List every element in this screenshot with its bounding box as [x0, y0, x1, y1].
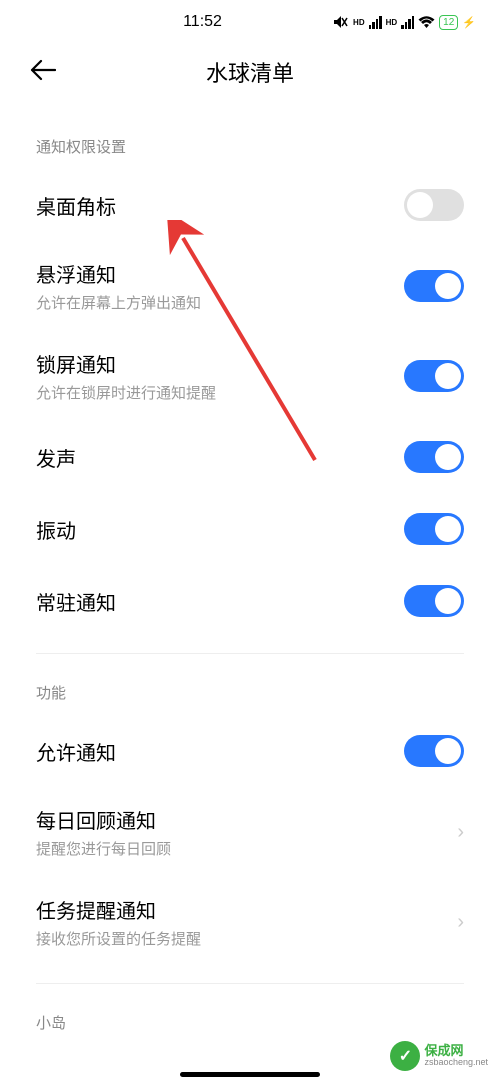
hd-signal-1-icon: HD — [353, 18, 365, 27]
page-title: 水球清单 — [20, 56, 480, 88]
toggle-desktop-badge[interactable] — [404, 189, 464, 221]
sublabel-task-reminder: 接收您所设置的任务提醒 — [36, 928, 457, 949]
label-allow-notification: 允许通知 — [36, 737, 404, 766]
toggle-persistent-notification[interactable] — [404, 585, 464, 617]
signal-bars-1-icon — [369, 16, 382, 29]
row-floating-notification: 悬浮通知 允许在屏幕上方弹出通知 — [36, 241, 464, 331]
row-allow-notification: 允许通知 — [36, 715, 464, 787]
signal-bars-2-icon — [401, 16, 414, 29]
home-indicator[interactable] — [180, 1072, 320, 1077]
charging-icon: ⚡ — [462, 16, 476, 29]
hd-signal-2-icon: HD — [386, 18, 398, 27]
sublabel-floating-notification: 允许在屏幕上方弹出通知 — [36, 292, 404, 313]
watermark: ✓ 保成网 zsbaocheng.net — [390, 1041, 488, 1071]
label-persistent-notification: 常驻通知 — [36, 587, 404, 616]
row-vibrate: 振动 — [36, 493, 464, 565]
row-sound: 发声 — [36, 421, 464, 493]
back-button[interactable] — [30, 57, 56, 88]
toggle-lockscreen-notification[interactable] — [404, 360, 464, 392]
label-daily-review: 每日回顾通知 — [36, 805, 457, 834]
label-sound: 发声 — [36, 443, 404, 472]
row-desktop-badge: 桌面角标 — [36, 169, 464, 241]
section-header-island: 小岛 — [36, 984, 464, 1045]
watermark-logo-icon: ✓ — [390, 1041, 420, 1071]
row-task-reminder[interactable]: 任务提醒通知 接收您所设置的任务提醒 › — [36, 877, 464, 967]
toggle-allow-notification[interactable] — [404, 735, 464, 767]
label-desktop-badge: 桌面角标 — [36, 191, 404, 220]
toggle-sound[interactable] — [404, 441, 464, 473]
label-floating-notification: 悬浮通知 — [36, 259, 404, 288]
section-notification-permissions: 通知权限设置 桌面角标 悬浮通知 允许在屏幕上方弹出通知 锁屏通知 允许在锁屏时… — [0, 108, 500, 1045]
row-persistent-notification: 常驻通知 — [36, 565, 464, 637]
status-bar: 11:52 HD HD 12 ⚡ — [0, 0, 500, 44]
wifi-icon — [418, 16, 435, 29]
mute-icon — [331, 14, 349, 30]
status-time: 11:52 — [24, 13, 331, 31]
battery-icon: 12 — [439, 15, 458, 30]
status-indicators: HD HD 12 ⚡ — [331, 14, 476, 30]
label-lockscreen-notification: 锁屏通知 — [36, 349, 404, 378]
watermark-url: zsbaocheng.net — [424, 1058, 488, 1068]
row-lockscreen-notification: 锁屏通知 允许在锁屏时进行通知提醒 — [36, 331, 464, 421]
toggle-vibrate[interactable] — [404, 513, 464, 545]
chevron-right-icon: › — [457, 821, 464, 844]
toggle-floating-notification[interactable] — [404, 270, 464, 302]
label-vibrate: 振动 — [36, 515, 404, 544]
label-task-reminder: 任务提醒通知 — [36, 895, 457, 924]
chevron-right-icon: › — [457, 911, 464, 934]
row-daily-review[interactable]: 每日回顾通知 提醒您进行每日回顾 › — [36, 787, 464, 877]
watermark-name: 保成网 — [424, 1044, 488, 1058]
section-header-feature: 功能 — [36, 654, 464, 715]
app-header: 水球清单 — [0, 44, 500, 108]
sublabel-lockscreen-notification: 允许在锁屏时进行通知提醒 — [36, 382, 404, 403]
sublabel-daily-review: 提醒您进行每日回顾 — [36, 838, 457, 859]
section-header-notification: 通知权限设置 — [36, 108, 464, 169]
